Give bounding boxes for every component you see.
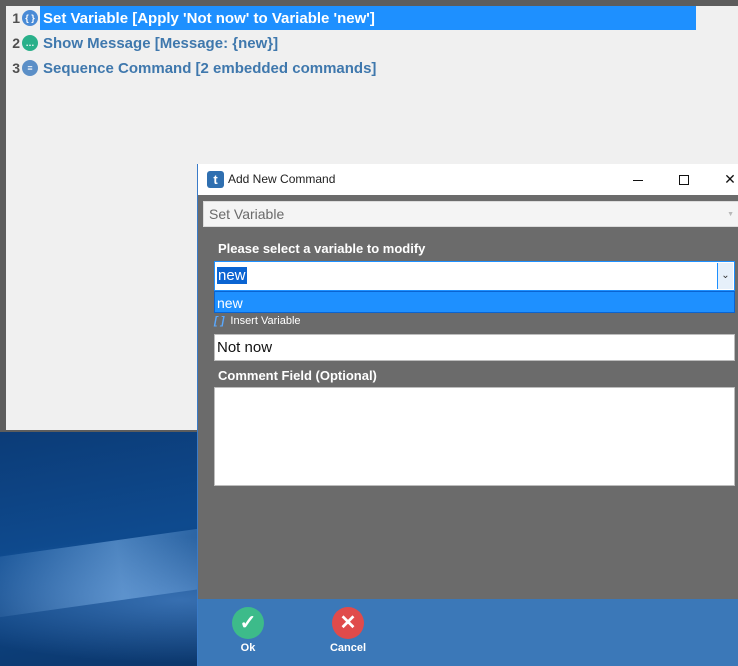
command-row-show-message[interactable]: 2 … Show Message [Message: {new}] xyxy=(6,31,278,55)
show-message-icon: … xyxy=(22,35,38,51)
variable-dropdown-list: new xyxy=(214,291,735,313)
minimize-button[interactable] xyxy=(615,164,661,195)
command-label: Sequence Command [2 embedded commands] xyxy=(43,59,377,77)
close-icon: ✕ xyxy=(724,171,736,187)
insert-variable-icon: [ ] xyxy=(214,315,225,327)
insert-variable-label: Insert Variable xyxy=(230,315,301,327)
variable-select-label: Please select a variable to modify xyxy=(218,241,426,256)
command-label: Show Message [Message: {new}] xyxy=(43,34,279,52)
maximize-icon xyxy=(679,175,689,186)
dialog-title: Add New Command xyxy=(228,172,336,186)
dropdown-arrow-icon: ▼ xyxy=(727,211,734,218)
add-new-command-dialog: t Add New Command ✕ Set Variable ▼ Pleas… xyxy=(197,164,738,666)
variable-combobox[interactable]: new ⌄ xyxy=(214,261,735,291)
checkmark-icon: ✓ xyxy=(232,607,264,639)
maximize-button[interactable] xyxy=(661,164,707,195)
cross-icon: ✕ xyxy=(332,607,364,639)
command-number: 3 xyxy=(12,60,20,76)
app-logo-icon: t xyxy=(207,171,224,188)
ok-label: Ok xyxy=(240,642,256,654)
cancel-label: Cancel xyxy=(329,642,367,654)
command-number: 1 xyxy=(12,10,20,26)
command-type-select[interactable]: Set Variable ▼ xyxy=(203,201,738,227)
ok-button[interactable]: ✓ Ok xyxy=(218,607,278,654)
command-row-sequence-command[interactable]: 3 ≡ Sequence Command [2 embedded command… xyxy=(6,56,376,80)
value-input[interactable]: Not now xyxy=(214,334,735,361)
variable-option[interactable]: new xyxy=(217,295,243,311)
set-variable-icon: { } xyxy=(22,10,38,26)
minimize-icon xyxy=(633,179,643,181)
dialog-footer: ✓ Ok ✕ Cancel xyxy=(198,599,738,666)
close-button[interactable]: ✕ xyxy=(707,164,738,195)
cancel-button[interactable]: ✕ Cancel xyxy=(318,607,378,654)
command-label: Set Variable [Apply 'Not now' to Variabl… xyxy=(43,9,375,27)
dialog-titlebar[interactable]: t Add New Command ✕ xyxy=(198,164,738,195)
variable-combobox-value: new xyxy=(217,267,247,284)
comment-textarea[interactable] xyxy=(214,387,735,486)
comment-field-label: Comment Field (Optional) xyxy=(218,368,377,383)
sequence-command-icon: ≡ xyxy=(22,60,38,76)
insert-variable-link[interactable]: [ ] Insert Variable xyxy=(214,315,301,327)
command-row-set-variable[interactable]: 1 { } Set Variable [Apply 'Not now' to V… xyxy=(6,6,696,30)
chevron-down-icon[interactable]: ⌄ xyxy=(717,263,733,289)
command-number: 2 xyxy=(12,35,20,51)
command-type-value: Set Variable xyxy=(209,206,285,222)
